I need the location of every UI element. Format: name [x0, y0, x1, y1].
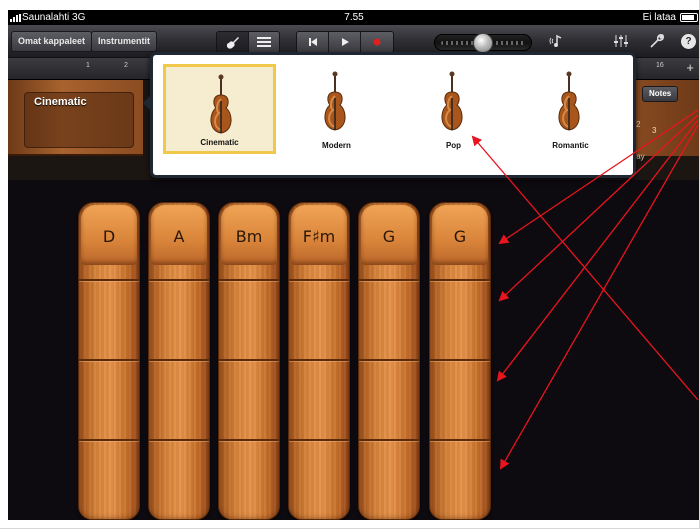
instrument-view-button[interactable] [217, 32, 249, 52]
transport-controls [296, 31, 394, 53]
chord-label: D [102, 227, 116, 246]
strip-divider [430, 439, 490, 441]
track-name: Cinematic [34, 96, 87, 108]
view-switcher [216, 31, 280, 53]
strip-divider [289, 359, 349, 361]
autoplay-position: 2 [636, 120, 641, 129]
double-bass-icon [441, 71, 463, 131]
chord-label: A [173, 227, 185, 246]
status-bar: Saunalahti 3G 7.55 Ei lataa [8, 10, 699, 25]
metronome-icon[interactable] [548, 33, 564, 52]
chord-strip-header[interactable]: F♯m [291, 205, 347, 265]
chord-label: F♯m [302, 227, 336, 246]
chord-strip[interactable]: A [148, 202, 210, 520]
strip-divider [359, 359, 419, 361]
tracks-icon [257, 37, 271, 47]
strip-divider [79, 279, 139, 281]
chord-strip-header[interactable]: A [151, 205, 207, 265]
chord-strip[interactable]: G [429, 202, 491, 520]
double-bass-icon [324, 71, 346, 131]
strip-divider [149, 279, 209, 281]
strip-divider [219, 359, 279, 361]
rewind-icon [308, 38, 317, 46]
my-songs-button[interactable]: Omat kappaleet [11, 31, 93, 52]
chord-strip-header[interactable]: G [361, 205, 417, 265]
wrench-icon[interactable] [649, 33, 665, 52]
instruments-button[interactable]: Instrumentit [91, 31, 158, 52]
mixer-icon[interactable] [613, 33, 629, 52]
preset-pop[interactable]: Pop [397, 64, 510, 154]
autoplay-position: 3 [652, 126, 657, 135]
preset-romantic[interactable]: Romantic [514, 64, 627, 154]
strip-divider [359, 439, 419, 441]
strip-divider [149, 359, 209, 361]
chord-strip-header[interactable]: G [432, 205, 488, 265]
charging-status: Ei lataa [642, 12, 676, 23]
chord-label: G [453, 227, 467, 246]
chord-strip[interactable]: Bm [218, 202, 280, 520]
play-icon [341, 38, 349, 46]
chord-strip[interactable]: D [78, 202, 140, 520]
strip-divider [430, 359, 490, 361]
preset-cinematic[interactable]: Cinematic [163, 64, 276, 154]
notes-button[interactable]: Notes [642, 86, 679, 102]
track-header[interactable]: Cinematic [8, 80, 143, 156]
ruler-tick: 16 [656, 62, 664, 69]
chord-label: G [382, 227, 396, 246]
tracks-view-button[interactable] [249, 32, 279, 52]
preset-modern[interactable]: Modern [280, 64, 393, 154]
instrument-popover: Cinematic Modern Pop Romantic [143, 52, 636, 178]
strip-divider [219, 439, 279, 441]
ruler-tick: 2 [124, 62, 128, 69]
bass-icon [226, 37, 239, 49]
strip-divider [289, 439, 349, 441]
strip-divider [79, 439, 139, 441]
master-volume-slider[interactable] [434, 33, 532, 53]
chord-strip-header[interactable]: Bm [221, 205, 277, 265]
track-controls: Notes 2 3 play [628, 80, 699, 161]
battery-icon [680, 13, 698, 22]
chord-strip-header[interactable]: D [81, 205, 137, 265]
strip-divider [79, 359, 139, 361]
play-button[interactable] [329, 32, 361, 52]
slider-knob[interactable] [473, 33, 493, 53]
ipad-screen: Saunalahti 3G 7.55 Ei lataa Omat kappale… [8, 10, 699, 520]
strip-divider [219, 279, 279, 281]
double-bass-icon [210, 74, 232, 134]
strip-divider [430, 279, 490, 281]
preset-name: Modern [322, 141, 351, 150]
chord-strip[interactable]: F♯m [288, 202, 350, 520]
preset-name: Romantic [552, 141, 589, 150]
chord-strip[interactable]: G [358, 202, 420, 520]
ruler-tick: 1 [86, 62, 90, 69]
preset-name: Pop [445, 141, 462, 150]
preset-name: Cinematic [200, 138, 239, 147]
record-button[interactable] [361, 32, 393, 52]
add-section-button[interactable]: + [686, 60, 694, 75]
strip-divider [149, 439, 209, 441]
double-bass-icon [558, 71, 580, 131]
screenshot: Saunalahti 3G 7.55 Ei lataa Omat kappale… [0, 0, 700, 529]
record-icon [373, 38, 381, 46]
help-button[interactable]: ? [681, 34, 696, 49]
chord-label: Bm [235, 227, 263, 246]
clock: 7.55 [344, 12, 364, 23]
rewind-button[interactable] [297, 32, 329, 52]
strip-divider [289, 279, 349, 281]
strip-divider [359, 279, 419, 281]
